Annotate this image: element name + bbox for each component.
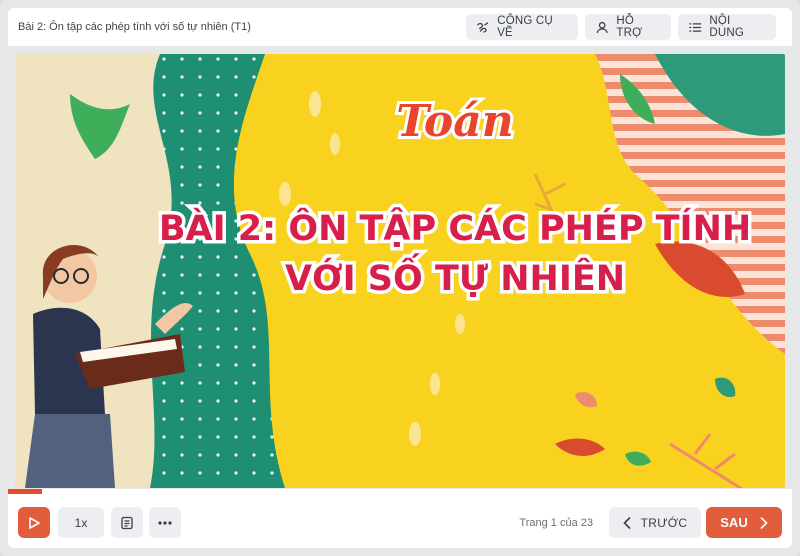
- next-label: SAU: [720, 515, 748, 530]
- slide-artwork: Toán BÀI 2: ÔN TẬP CÁC PHÉP TÍNH VỚI SỐ …: [15, 54, 785, 488]
- notes-button[interactable]: [111, 507, 143, 538]
- slide-subject: Toán: [396, 96, 514, 147]
- play-icon: [29, 516, 40, 529]
- contents-label: NỘI DUNG: [709, 15, 745, 39]
- more-options-button[interactable]: [149, 507, 181, 538]
- chevron-right-icon: [760, 516, 768, 529]
- playback-speed-button[interactable]: 1x: [58, 507, 104, 538]
- support-label: HỖ TRỢ: [616, 15, 643, 39]
- pen-tools-icon: [477, 21, 489, 33]
- viewer-window: Bài 2: Ôn tập các phép tính với số tự nh…: [0, 0, 800, 556]
- header-bar: Bài 2: Ôn tập các phép tính với số tự nh…: [8, 8, 792, 46]
- support-button[interactable]: HỖ TRỢ: [585, 14, 671, 40]
- more-icon: [158, 520, 172, 525]
- next-button[interactable]: SAU: [706, 507, 782, 538]
- drawing-tools-button[interactable]: CÔNG CỤ VẼ: [466, 14, 578, 40]
- slide-title-line-2: VỚI SỐ TỰ NHIÊN: [285, 252, 625, 299]
- user-icon: [596, 21, 608, 33]
- footer-bar: 1x Trang 1 của 23 TRƯỚC SAU: [8, 494, 792, 548]
- list-icon: [689, 22, 702, 32]
- contents-button[interactable]: NỘI DUNG: [678, 14, 776, 40]
- previous-label: TRƯỚC: [640, 515, 688, 530]
- previous-button[interactable]: TRƯỚC: [609, 507, 701, 538]
- page-indicator: Trang 1 của 23: [519, 517, 593, 529]
- drawing-tools-label: CÔNG CỤ VẼ: [497, 15, 553, 39]
- lesson-slide: Toán BÀI 2: ÔN TẬP CÁC PHÉP TÍNH VỚI SỐ …: [15, 54, 785, 488]
- notes-icon: [121, 516, 133, 529]
- chevron-left-icon: [623, 516, 630, 529]
- lesson-title: Bài 2: Ôn tập các phép tính với số tự nh…: [18, 21, 251, 33]
- play-button[interactable]: [18, 507, 50, 538]
- slide-title-line-1: BÀI 2: ÔN TẬP CÁC PHÉP TÍNH: [159, 206, 751, 249]
